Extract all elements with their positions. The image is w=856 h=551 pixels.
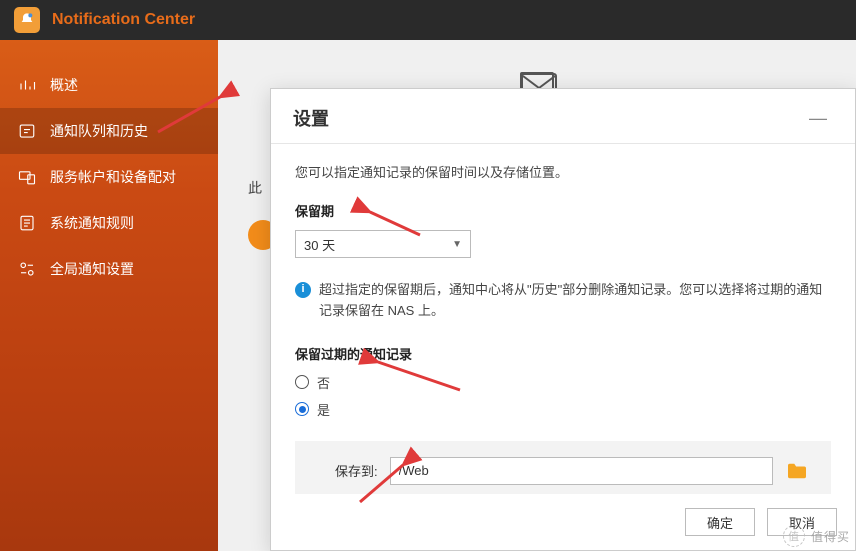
- rules-icon: [18, 214, 36, 232]
- dialog-title: 设置: [293, 105, 329, 131]
- info-text: 超过指定的保留期后，通知中心将从"历史"部分删除通知记录。您可以选择将过期的通知…: [319, 280, 831, 322]
- sidebar-item-label: 全局通知设置: [50, 259, 134, 279]
- info-icon: i: [295, 282, 311, 298]
- radio-icon: [295, 402, 309, 416]
- folder-icon: [786, 462, 808, 480]
- history-icon: [18, 122, 36, 140]
- sidebar: 概述 通知队列和历史 服务帐户和设备配对 系统通知规则 全局通知设置: [0, 40, 218, 551]
- retention-label: 保留期: [295, 201, 831, 220]
- browse-folder-button[interactable]: [785, 461, 809, 481]
- watermark: 值 值得买: [783, 525, 850, 547]
- settings-icon: [18, 260, 36, 278]
- behind-text: 此: [248, 178, 262, 198]
- chevron-down-icon: ▼: [452, 239, 462, 250]
- save-to-label: 保存到:: [335, 461, 378, 480]
- sidebar-item-global-settings[interactable]: 全局通知设置: [0, 246, 218, 292]
- watermark-icon: 值: [783, 525, 805, 547]
- overview-icon: [18, 76, 36, 94]
- app-icon: [14, 7, 40, 33]
- content-area: 此 设置 — 您可以指定通知记录的保留时间以及存储位置。 保留期 30 天 ▼ …: [218, 40, 856, 551]
- retention-select[interactable]: 30 天 ▼: [295, 230, 471, 258]
- background-page: 此: [218, 40, 856, 88]
- radio-no[interactable]: 否: [295, 373, 831, 392]
- radio-icon: [295, 375, 309, 389]
- minimize-button[interactable]: —: [803, 108, 833, 129]
- sidebar-item-label: 概述: [50, 75, 78, 95]
- save-to-panel: 保存到:: [295, 441, 831, 494]
- retain-expired-radio-group: 否 是: [295, 373, 831, 419]
- sidebar-item-label: 通知队列和历史: [50, 121, 148, 141]
- ok-button[interactable]: 确定: [685, 508, 755, 536]
- radio-yes[interactable]: 是: [295, 400, 831, 419]
- dialog-description: 您可以指定通知记录的保留时间以及存储位置。: [295, 162, 831, 181]
- expired-label: 保留过期的通知记录: [295, 344, 831, 363]
- radio-no-label: 否: [317, 373, 330, 392]
- dialog-footer: 确定 取消: [271, 494, 855, 550]
- sidebar-item-service-accounts[interactable]: 服务帐户和设备配对: [0, 154, 218, 200]
- sidebar-item-label: 系统通知规则: [50, 213, 134, 233]
- sidebar-item-queue-history[interactable]: 通知队列和历史: [0, 108, 218, 154]
- app-header: Notification Center: [0, 0, 856, 40]
- info-row: i 超过指定的保留期后，通知中心将从"历史"部分删除通知记录。您可以选择将过期的…: [295, 280, 831, 322]
- sidebar-item-overview[interactable]: 概述: [0, 62, 218, 108]
- radio-yes-label: 是: [317, 400, 330, 419]
- dialog-header: 设置 —: [271, 89, 855, 144]
- save-path-input[interactable]: [390, 457, 773, 485]
- app-title: Notification Center: [52, 11, 195, 29]
- retention-value: 30 天: [304, 235, 335, 254]
- settings-dialog: 设置 — 您可以指定通知记录的保留时间以及存储位置。 保留期 30 天 ▼ i …: [270, 88, 856, 551]
- watermark-text: 值得买: [811, 528, 850, 545]
- sidebar-item-system-rules[interactable]: 系统通知规则: [0, 200, 218, 246]
- sidebar-item-label: 服务帐户和设备配对: [50, 167, 176, 187]
- dialog-body: 您可以指定通知记录的保留时间以及存储位置。 保留期 30 天 ▼ i 超过指定的…: [271, 144, 855, 494]
- device-pair-icon: [18, 168, 36, 186]
